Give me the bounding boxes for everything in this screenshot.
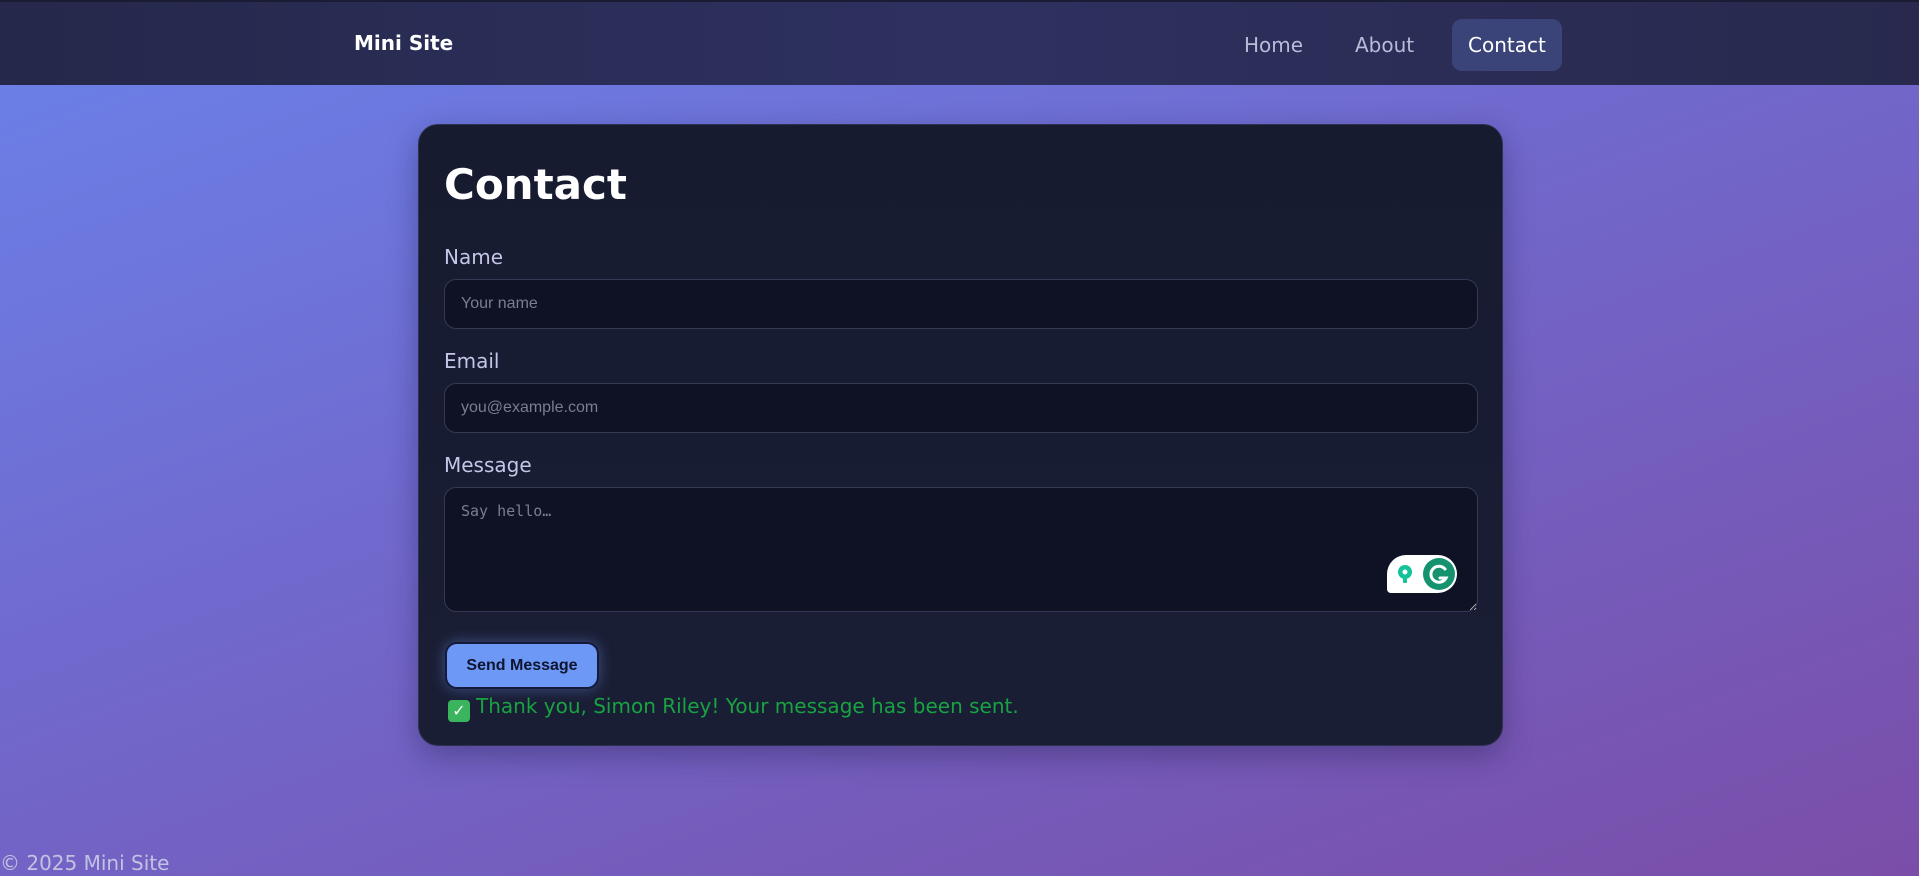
name-label: Name	[444, 245, 504, 269]
grammarly-logo-icon	[1423, 558, 1455, 590]
name-input[interactable]	[444, 279, 1478, 329]
contact-card: Contact Name Email Message Send Message …	[418, 124, 1503, 746]
message-label: Message	[444, 453, 532, 477]
email-input[interactable]	[444, 383, 1478, 433]
check-box-icon: ✓	[448, 700, 470, 722]
send-message-button[interactable]: Send Message	[445, 642, 599, 689]
success-message: ✓ Thank you, Simon Riley! Your message ha…	[448, 694, 1019, 722]
lightbulb-icon	[1398, 565, 1412, 583]
nav-link-contact[interactable]: Contact	[1452, 19, 1562, 71]
page-title: Contact	[444, 160, 627, 209]
nav-link-home[interactable]: Home	[1228, 19, 1319, 71]
nav-link-about[interactable]: About	[1339, 19, 1430, 71]
footer-copyright: © 2025 Mini Site	[0, 851, 170, 875]
success-text: Thank you, Simon Riley! Your message has…	[476, 694, 1019, 718]
email-label: Email	[444, 349, 500, 373]
grammarly-widget-icon[interactable]	[1387, 555, 1457, 593]
top-navbar: Mini Site Home About Contact	[0, 0, 1919, 85]
message-textarea[interactable]	[444, 487, 1478, 612]
site-brand[interactable]: Mini Site	[354, 31, 453, 55]
